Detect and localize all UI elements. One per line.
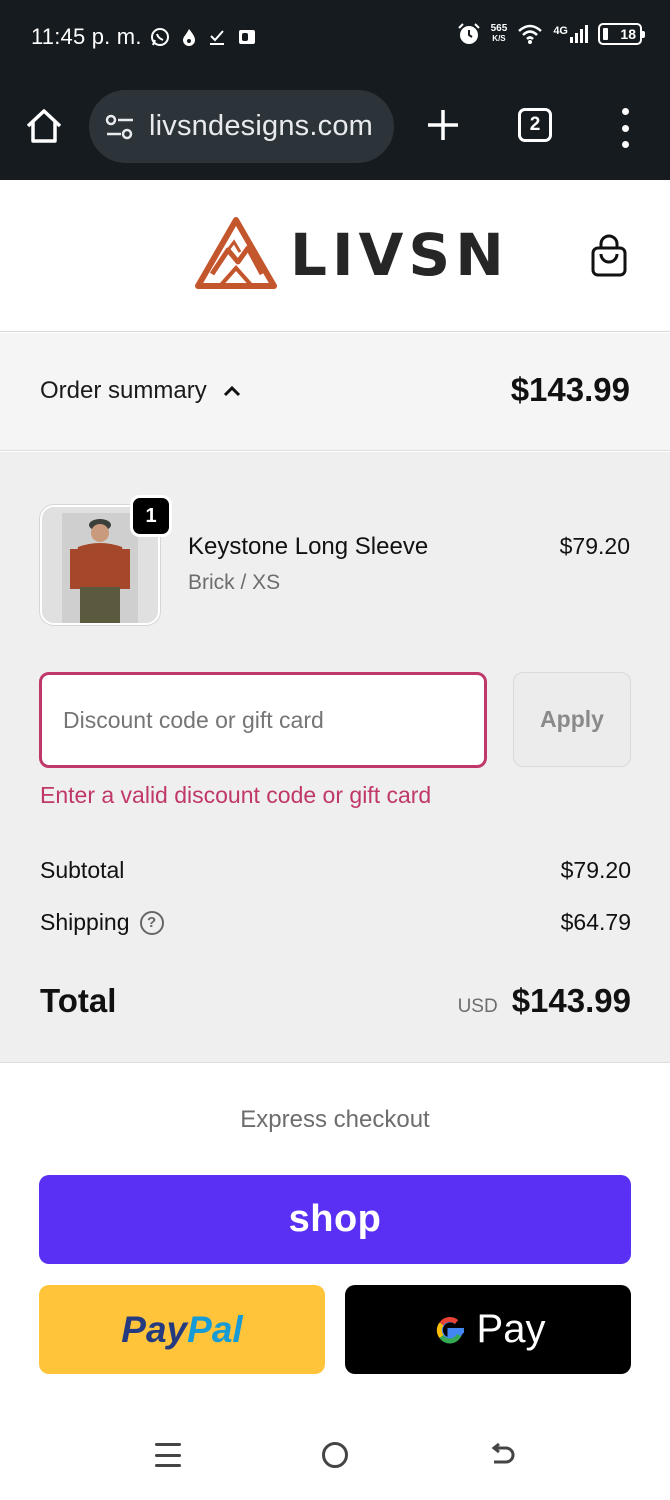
mountain-logo-icon <box>195 217 277 289</box>
net-speed: 565 K/S <box>490 23 508 44</box>
quantity-badge: 1 <box>130 495 172 537</box>
express-checkout-title: Express checkout <box>240 1106 430 1133</box>
discount-error-message: Enter a valid discount code or gift card <box>40 782 432 808</box>
total-label: Total <box>40 982 117 1019</box>
order-summary-toggle[interactable]: Order summary <box>40 377 241 405</box>
alarm-icon <box>457 23 480 44</box>
summary-header-total: $143.99 <box>510 371 630 408</box>
shop-pay-button[interactable]: shop <box>39 1175 631 1264</box>
address-bar[interactable]: livsndesigns.com <box>89 90 394 163</box>
paypal-button[interactable]: Pay Pal <box>39 1285 325 1374</box>
home-nav-icon[interactable] <box>322 1442 348 1468</box>
tab-switcher-button[interactable]: 2 <box>518 108 552 142</box>
total-row: Total USD $143.99 <box>40 982 631 1020</box>
system-nav-bar <box>0 1410 670 1500</box>
chevron-up-icon <box>223 385 240 397</box>
product-price: $79.20 <box>559 533 630 559</box>
site-header: LIVSN <box>0 180 670 332</box>
signal-icon: 4G <box>553 25 588 43</box>
recent-apps-icon[interactable] <box>155 1443 181 1467</box>
discount-code-input[interactable] <box>39 672 487 768</box>
subtotal-value: $79.20 <box>560 857 631 883</box>
site-settings-icon[interactable] <box>105 113 135 141</box>
home-icon[interactable] <box>24 106 64 146</box>
whatsapp-icon <box>151 28 169 46</box>
shipping-row: Shipping ? $64.79 <box>40 909 631 936</box>
shipping-value: $64.79 <box>560 909 631 935</box>
subtotal-label: Subtotal <box>40 857 125 883</box>
wifi-icon <box>518 24 543 44</box>
back-icon[interactable] <box>488 1440 518 1470</box>
apply-discount-button[interactable]: Apply <box>513 672 631 767</box>
product-variant: Brick / XS <box>188 571 281 594</box>
outlook-icon <box>239 30 255 44</box>
google-pay-label: Pay <box>476 1307 546 1351</box>
brand-logo[interactable]: LIVSN <box>194 216 509 292</box>
google-pay-button[interactable]: Pay <box>345 1285 631 1374</box>
product-name: Keystone Long Sleeve <box>188 533 429 560</box>
shop-pay-label: shop <box>288 1198 382 1240</box>
battery-icon: 18 <box>598 23 645 45</box>
cart-bag-icon[interactable] <box>589 234 629 278</box>
shipping-label: Shipping <box>40 909 130 935</box>
currency-code: USD <box>457 996 498 1017</box>
url-text: livsndesigns.com <box>149 110 374 142</box>
help-icon[interactable]: ? <box>139 910 164 935</box>
check-icon <box>210 30 224 45</box>
google-g-icon <box>436 1316 464 1343</box>
browser-chrome: 11:45 p. m. 565 K/S 4G 18 livsndesigns.c… <box>0 0 670 180</box>
order-summary-header[interactable]: Order summary $143.99 <box>0 333 670 451</box>
new-tab-icon[interactable] <box>425 107 461 143</box>
more-menu-icon[interactable] <box>613 108 637 148</box>
status-bar: 11:45 p. m. 565 K/S 4G 18 <box>0 0 670 75</box>
brand-wordmark: LIVSN <box>290 221 509 289</box>
order-summary-panel: 1 Keystone Long Sleeve Brick / XS $79.20… <box>0 452 670 1063</box>
url-bar-row: livsndesigns.com 2 <box>0 88 670 166</box>
total-value: $143.99 <box>511 982 631 1019</box>
subtotal-row: Subtotal $79.20 <box>40 857 631 884</box>
status-time: 11:45 p. m. <box>31 24 142 49</box>
fire-icon <box>183 29 195 46</box>
